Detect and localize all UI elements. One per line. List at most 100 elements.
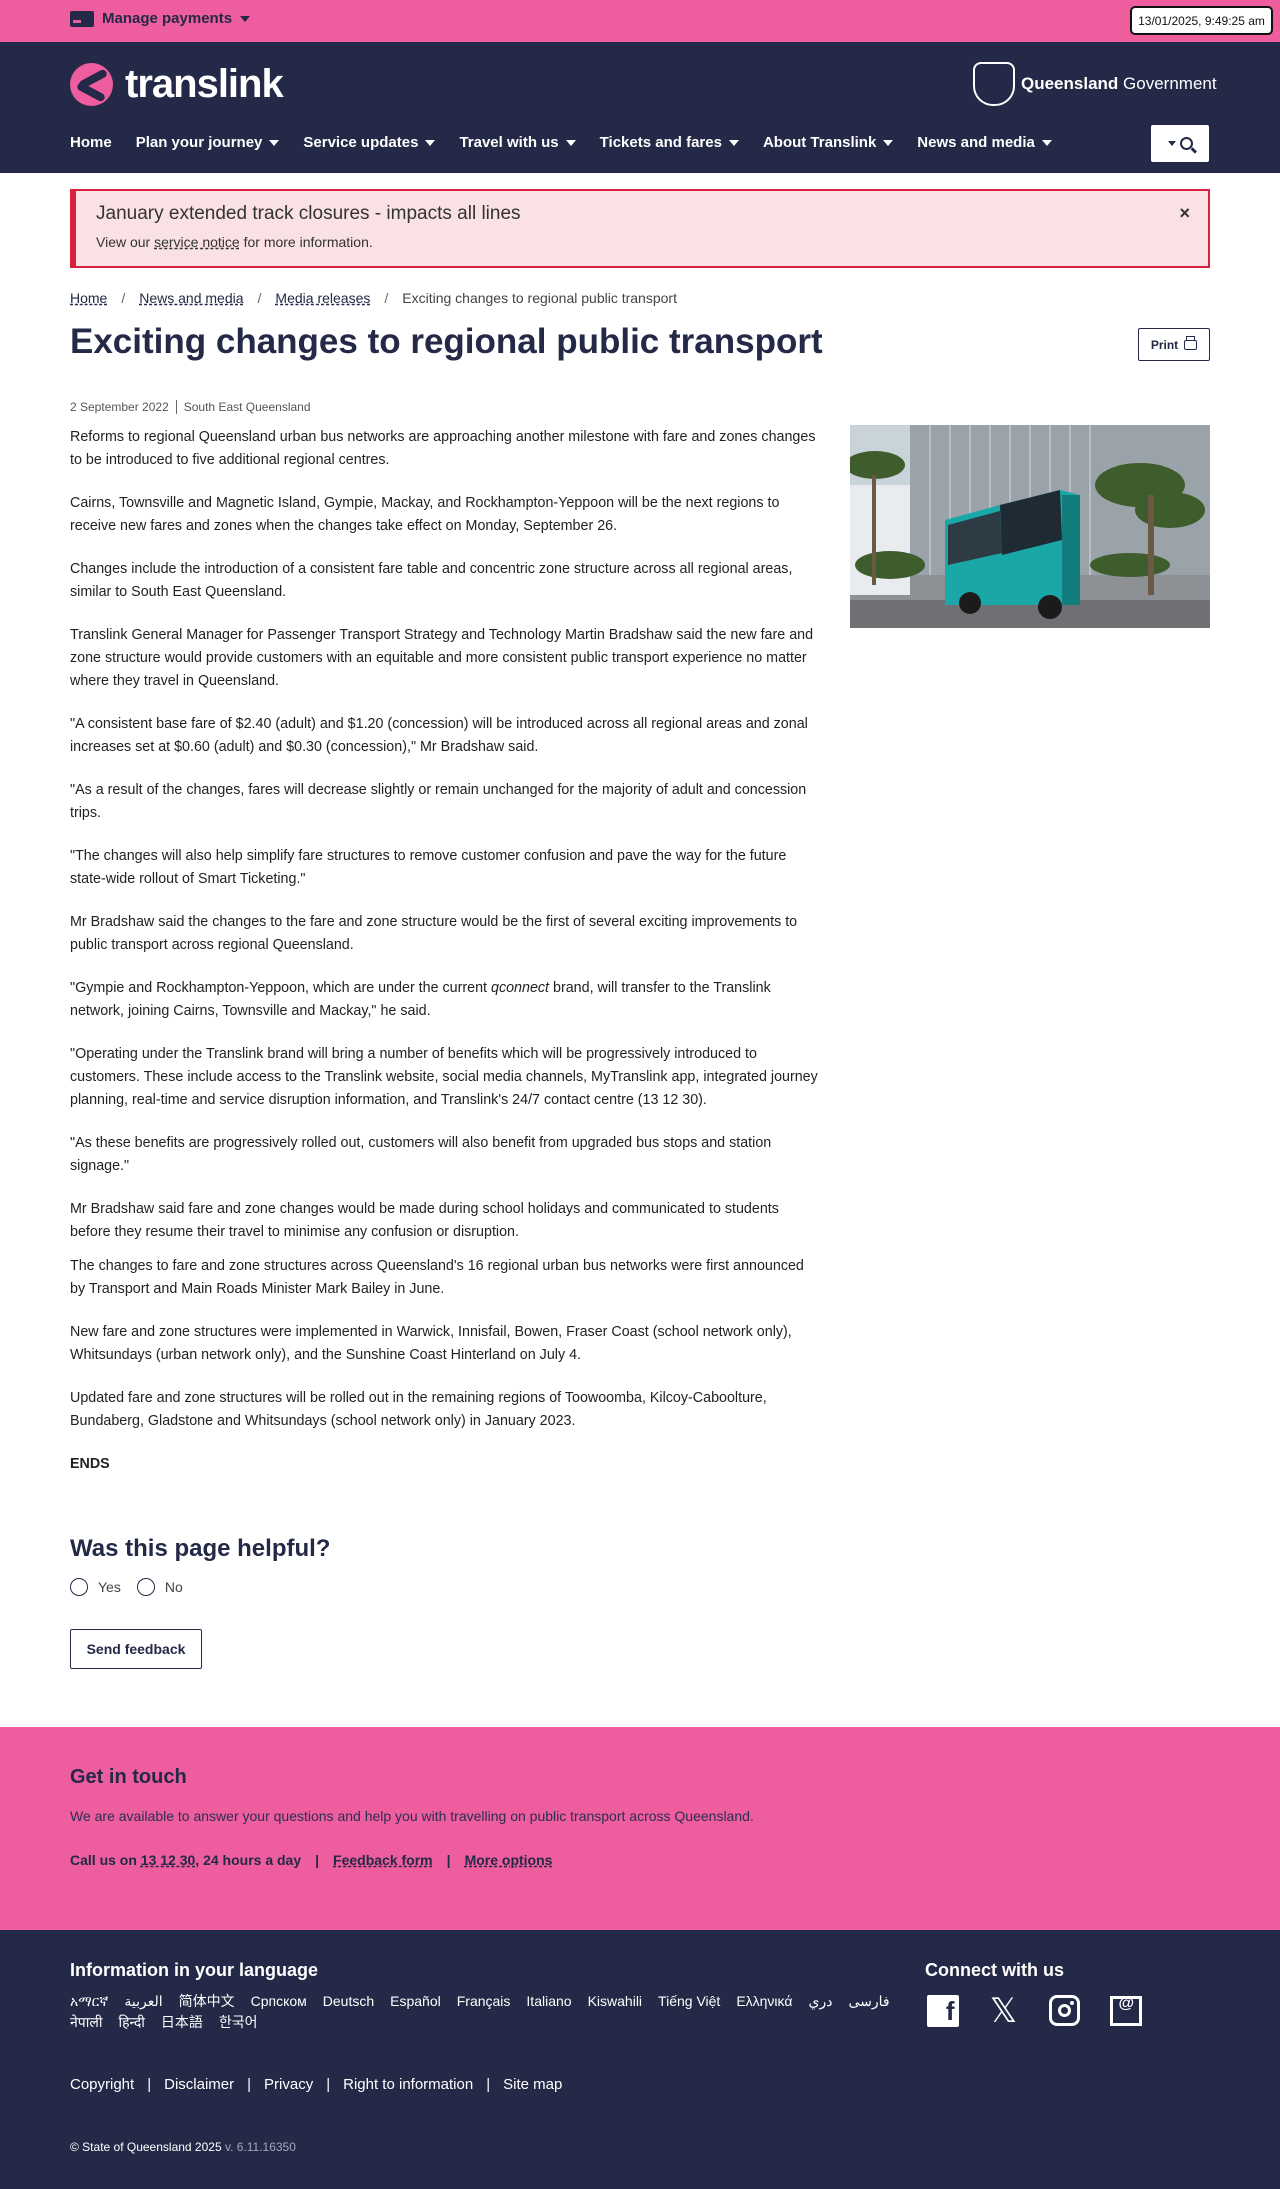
logo-text: translink <box>125 62 284 106</box>
phone-link[interactable]: 13 12 30 <box>141 1852 196 1868</box>
article-paragraph: Mr Bradshaw said fare and zone changes w… <box>70 1201 779 1240</box>
breadcrumb-media-releases[interactable]: Media releases <box>275 290 370 306</box>
version-text: v. 6.11.16350 <box>221 2140 296 2154</box>
chevron-down-icon <box>565 139 576 146</box>
article-paragraph: New fare and zone structures were implem… <box>70 1324 792 1363</box>
no-radio[interactable] <box>136 1578 155 1596</box>
chevron-down-icon <box>728 139 739 146</box>
copyright-link[interactable]: Copyright <box>70 2076 134 2093</box>
top-bar: Manage payments 13/01/2025, 9:49:25 am <box>0 0 1280 42</box>
article-meta: 2 September 2022 South East Queensland <box>70 400 311 414</box>
feedback-form-link[interactable]: Feedback form <box>333 1852 433 1868</box>
site-footer: Information in your language አማርኛ العربي… <box>0 1930 1280 2189</box>
social-links: f 𝕏 <box>925 1991 1143 2031</box>
breadcrumb-separator: / <box>121 290 126 306</box>
nav-label: Home <box>70 134 112 151</box>
footer-links: Copyright | Disclaimer | Privacy | Right… <box>70 2076 562 2093</box>
language-link[interactable]: Kiswahili <box>588 1992 642 2011</box>
nav-label: About Translink <box>762 134 877 151</box>
get-in-touch-title: Get in touch <box>70 1766 187 1788</box>
language-link[interactable]: 한국어 <box>219 2013 258 2032</box>
article-paragraph: "Gympie and Rockhampton-Yeppoon, which a… <box>70 977 820 1023</box>
translink-logo[interactable]: translink <box>70 62 284 107</box>
x-link[interactable]: 𝕏 <box>986 1991 1021 2031</box>
nav-tickets-and-fares[interactable]: Tickets and fares <box>600 134 739 151</box>
language-link[interactable]: Español <box>390 1992 441 2011</box>
nav-label: Tickets and fares <box>599 134 722 151</box>
p9-pre: "Gympie and Rockhampton-Yeppoon, which a… <box>70 980 491 996</box>
publish-date: 2 September 2022 <box>70 400 169 414</box>
nav-news-and-media[interactable]: News and media <box>917 134 1052 151</box>
breadcrumb-home[interactable]: Home <box>70 290 107 306</box>
language-link[interactable]: Ελληνικά <box>736 1992 792 2011</box>
email-link[interactable] <box>1108 1993 1143 2028</box>
language-link[interactable]: Deutsch <box>323 1992 374 2011</box>
search-button[interactable] <box>1151 125 1209 162</box>
yes-radio[interactable] <box>70 1578 88 1596</box>
gov-bold: Queensland <box>1021 74 1119 93</box>
site-map-link[interactable]: Site map <box>503 2076 562 2093</box>
nav-plan-your-journey[interactable]: Plan your journey <box>136 134 280 151</box>
article-paragraph: "Operating under the Translink brand wil… <box>70 1046 818 1108</box>
privacy-link[interactable]: Privacy <box>264 2076 313 2093</box>
nav-travel-with-us[interactable]: Travel with us <box>459 134 576 151</box>
article-paragraph: "As a result of the changes, fares will … <box>70 782 807 821</box>
copyright-text: © State of Queensland 2025 <box>70 2140 222 2154</box>
feedback-no-option[interactable]: No <box>136 1578 183 1596</box>
no-label: No <box>164 1579 183 1595</box>
get-in-touch-section: Get in touch We are available to answer … <box>0 1727 1280 1930</box>
email-icon <box>1109 1995 1142 2026</box>
nav-label: Plan your journey <box>135 134 263 151</box>
right-to-information-link[interactable]: Right to information <box>343 2076 473 2093</box>
disclaimer-link[interactable]: Disclaimer <box>164 2076 234 2093</box>
feedback-yes-option[interactable]: Yes <box>70 1578 121 1596</box>
language-list: አማርኛ العربية 简体中文 Српском Deutsch Españo… <box>70 1992 900 2032</box>
queensland-government-logo[interactable]: Queensland Government <box>973 62 1217 106</box>
language-title: Information in your language <box>70 1960 319 1980</box>
language-link[interactable]: Français <box>457 1992 511 2011</box>
language-link[interactable]: አማርኛ <box>70 1992 108 2011</box>
nav-label: Travel with us <box>459 134 559 151</box>
language-link[interactable]: Српском <box>251 1992 307 2011</box>
language-link[interactable]: فارسی <box>848 1992 889 2011</box>
credit-card-icon <box>70 10 94 27</box>
qconnect-brand: qconnect <box>491 980 550 996</box>
article-paragraph: Translink General Manager for Passenger … <box>70 627 814 689</box>
print-button[interactable]: Print <box>1138 328 1210 361</box>
nav-service-updates[interactable]: Service updates <box>303 134 436 151</box>
manage-payments-menu[interactable]: Manage payments <box>70 10 251 27</box>
chevron-down-icon <box>425 139 436 146</box>
printer-icon <box>1184 335 1198 350</box>
gov-text: Queensland Government <box>1021 74 1217 94</box>
article-paragraph: "The changes will also help simplify far… <box>70 848 787 887</box>
translink-logo-icon <box>70 63 113 106</box>
facebook-link[interactable]: f <box>925 1993 960 2028</box>
close-icon[interactable]: × <box>1179 203 1190 224</box>
main-nav: Home Plan your journey Service updates T… <box>70 134 1076 151</box>
language-link[interactable]: हिन्दी <box>118 2013 144 2032</box>
language-link[interactable]: العربية <box>124 1992 162 2011</box>
breadcrumb: Home / News and media / Media releases /… <box>70 290 677 306</box>
yes-label: Yes <box>98 1579 121 1595</box>
language-link[interactable]: Italiano <box>526 1992 571 2011</box>
datetime-display: 13/01/2025, 9:49:25 am <box>1130 6 1273 35</box>
language-link[interactable]: 日本語 <box>161 2013 203 2032</box>
nav-about-translink[interactable]: About Translink <box>762 134 894 151</box>
language-link[interactable]: 简体中文 <box>179 1992 235 2011</box>
article-ends: ENDS <box>70 1456 110 1472</box>
language-link[interactable]: नेपाली <box>70 2013 102 2032</box>
more-options-link[interactable]: More options <box>465 1852 553 1868</box>
chevron-down-icon <box>1167 141 1176 146</box>
chevron-down-icon <box>240 15 251 22</box>
nav-home[interactable]: Home <box>70 134 112 151</box>
gov-rest: Government <box>1118 74 1217 93</box>
send-feedback-button[interactable]: Send feedback <box>70 1629 202 1669</box>
language-link[interactable]: دري <box>808 1992 832 2011</box>
language-link[interactable]: Tiếng Việt <box>658 1992 720 2011</box>
instagram-link[interactable] <box>1047 1993 1082 2028</box>
breadcrumb-news-and-media[interactable]: News and media <box>139 290 243 306</box>
nav-label: News and media <box>917 134 1035 151</box>
alert-body-post: for more information. <box>239 234 373 250</box>
contact-options: Call us on 13 12 30, 24 hours a day | Fe… <box>70 1852 552 1868</box>
service-notice-link[interactable]: service notice <box>154 234 240 250</box>
